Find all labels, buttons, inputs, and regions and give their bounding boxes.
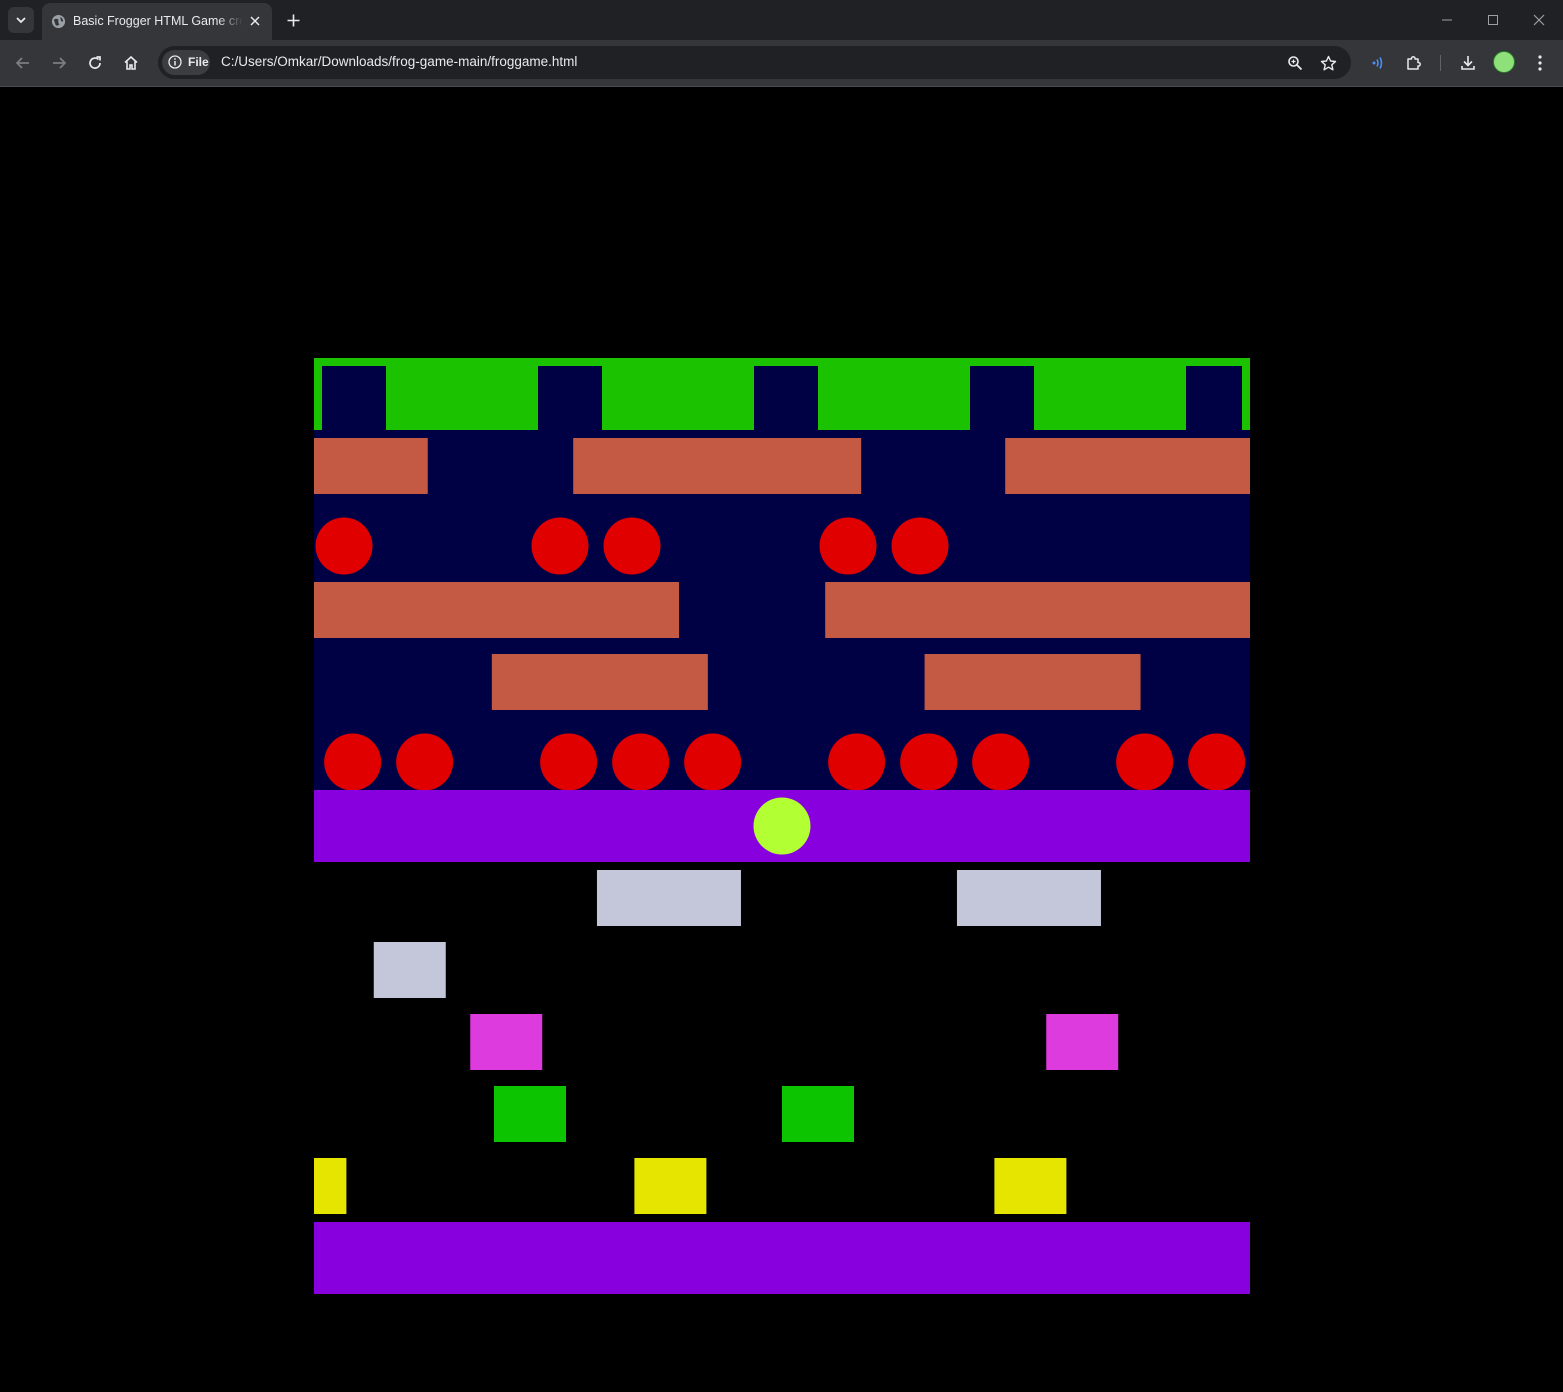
active-tab[interactable]: Basic Frogger HTML Game created xyxy=(42,3,272,40)
goal-bay xyxy=(322,366,386,430)
log xyxy=(1005,438,1250,494)
site-info-chip[interactable]: File xyxy=(162,50,210,75)
turtle xyxy=(900,733,958,791)
turtle xyxy=(891,517,949,575)
maximize-button[interactable] xyxy=(1481,8,1505,32)
browser-toolbar: File C:/Users/Omkar/Downloads/frog-game-… xyxy=(0,40,1563,87)
star-icon xyxy=(1320,55,1336,70)
car-white xyxy=(956,870,1101,926)
close-window-button[interactable] xyxy=(1527,8,1551,32)
car-yellow xyxy=(314,1158,347,1214)
turtle xyxy=(396,733,454,791)
tab-close-button[interactable] xyxy=(246,12,264,30)
bookmark-button[interactable] xyxy=(1317,52,1339,74)
close-icon xyxy=(1533,14,1545,26)
log xyxy=(573,438,862,494)
zoom-icon xyxy=(1288,56,1303,71)
url-text[interactable]: C:/Users/Omkar/Downloads/frog-game-main/… xyxy=(221,54,577,69)
turtle xyxy=(531,517,589,575)
toolbar-divider xyxy=(1440,55,1441,71)
car-pink xyxy=(1046,1014,1119,1070)
game-board[interactable] xyxy=(314,358,1250,1294)
page-viewport xyxy=(0,87,1563,1392)
downloads-button[interactable] xyxy=(1456,51,1480,75)
log xyxy=(314,438,428,494)
turtle xyxy=(324,733,382,791)
back-button[interactable] xyxy=(11,51,35,75)
car-green xyxy=(494,1086,566,1142)
log xyxy=(924,654,1141,710)
kebab-menu-icon xyxy=(1538,55,1542,71)
turtle xyxy=(819,517,877,575)
globe-icon xyxy=(51,14,66,29)
site-info-label: File xyxy=(188,55,209,69)
turtle xyxy=(315,517,373,575)
car-pink xyxy=(470,1014,543,1070)
signal-waves-icon xyxy=(1372,57,1383,69)
turtle xyxy=(972,733,1030,791)
turtle xyxy=(603,517,661,575)
car-white xyxy=(596,870,741,926)
zoom-button[interactable] xyxy=(1284,52,1306,74)
minimize-icon xyxy=(1442,19,1452,21)
frog xyxy=(753,797,811,855)
goal-bay xyxy=(970,366,1034,430)
tab-title: Basic Frogger HTML Game created xyxy=(73,14,243,28)
minimize-button[interactable] xyxy=(1435,8,1459,32)
goal-bay xyxy=(1186,366,1242,430)
car-yellow xyxy=(634,1158,707,1214)
car-green xyxy=(782,1086,854,1142)
info-icon xyxy=(168,55,182,69)
plus-icon xyxy=(287,14,299,26)
log xyxy=(491,654,708,710)
turtle xyxy=(1188,733,1246,791)
goal-bay xyxy=(538,366,602,430)
chevron-down-icon xyxy=(16,17,26,24)
avatar[interactable] xyxy=(1493,51,1515,73)
home-button[interactable] xyxy=(119,51,143,75)
turtle xyxy=(612,733,670,791)
turtle xyxy=(828,733,886,791)
maximize-icon xyxy=(1488,15,1498,25)
reload-icon xyxy=(89,56,101,69)
home-icon xyxy=(124,55,138,70)
new-tab-button[interactable] xyxy=(283,10,303,30)
log xyxy=(314,582,680,638)
extension-button[interactable] xyxy=(1366,51,1390,75)
forward-button[interactable] xyxy=(47,51,71,75)
browser-menu-button[interactable] xyxy=(1528,51,1552,75)
goal-bay xyxy=(754,366,818,430)
extensions-button[interactable] xyxy=(1402,51,1426,75)
close-icon xyxy=(250,16,260,26)
download-icon xyxy=(1461,56,1475,70)
address-bar[interactable]: File C:/Users/Omkar/Downloads/frog-game-… xyxy=(158,46,1351,79)
tab-strip: Basic Frogger HTML Game created xyxy=(0,0,1563,40)
turtle xyxy=(684,733,742,791)
turtle xyxy=(1116,733,1174,791)
arrow-left-icon xyxy=(15,57,29,69)
arrow-right-icon xyxy=(53,57,67,69)
puzzle-icon xyxy=(1407,56,1421,70)
turtle xyxy=(540,733,598,791)
car-yellow xyxy=(994,1158,1067,1214)
car-white xyxy=(373,942,446,998)
reload-button[interactable] xyxy=(83,51,107,75)
log xyxy=(825,582,1250,638)
safe-strip xyxy=(314,1222,1250,1294)
tab-search-button[interactable] xyxy=(8,7,34,33)
